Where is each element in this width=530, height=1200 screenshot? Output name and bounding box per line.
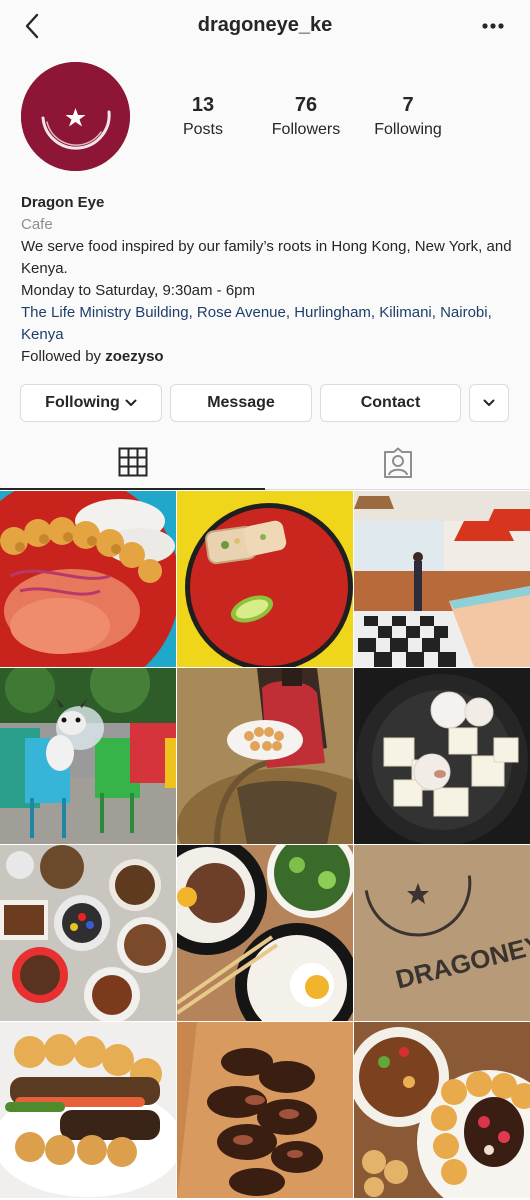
following-button-label: Following [45,394,120,411]
post-image [177,491,353,667]
followers-count-value: 76 [294,94,318,116]
post-image [0,491,176,667]
post-thumbnail[interactable] [354,1022,530,1198]
avatar[interactable] [21,62,130,171]
post-image [354,1022,530,1198]
followed-by[interactable]: Followed by zoezyso [21,346,521,368]
message-button[interactable]: Message [170,384,312,422]
profile-category: Cafe [21,216,53,233]
post-thumbnail[interactable] [177,491,353,667]
post-image [177,668,353,844]
more-horizontal-icon [482,23,504,29]
following-count[interactable]: 7 Following [353,94,463,139]
following-button[interactable]: Following [20,384,162,422]
post-image [177,1022,353,1198]
post-image [0,845,176,1021]
post-image [0,1022,176,1198]
post-thumbnail[interactable] [0,668,176,844]
post-image [0,668,176,844]
top-bar: dragoneye_ke [0,0,530,54]
chevron-down-icon [483,399,495,406]
followers-count[interactable]: 76 Followers [251,94,361,139]
bio-hours: Monday to Saturday, 9:30am - 6pm [21,282,256,299]
profile-tabs [0,436,530,490]
following-count-value: 7 [402,94,414,116]
posts-count-value: 13 [191,94,215,116]
posts-count[interactable]: 13 Posts [148,94,258,139]
more-options-button[interactable] [478,14,508,38]
posts-grid: DRAGONEYE [0,491,530,1198]
followed-by-user: zoezyso [105,348,164,365]
suggested-accounts-button[interactable] [469,384,509,422]
post-thumbnail[interactable] [354,491,530,667]
post-thumbnail[interactable]: DRAGONEYE [354,845,530,1021]
profile-bio: Dragon Eye Cafe We serve food inspired b… [21,192,521,368]
post-thumbnail[interactable] [354,668,530,844]
chevron-down-icon [125,399,137,406]
bio-description: We serve food inspired by our family’s r… [21,238,512,277]
post-thumbnail[interactable] [177,668,353,844]
contact-button[interactable]: Contact [320,384,461,422]
profile-name: Dragon Eye [21,194,105,211]
dragon-eye-logo [21,62,130,171]
post-thumbnail[interactable] [0,1022,176,1198]
tagged-person-icon [383,447,412,478]
following-count-label: Following [374,121,442,138]
message-button-label: Message [207,394,275,411]
post-image [354,491,530,667]
tab-posts-grid[interactable] [0,436,265,490]
post-thumbnail[interactable] [177,845,353,1021]
post-image: DRAGONEYE [354,845,530,1021]
profile-username: dragoneye_ke [197,14,333,36]
bio-address-link[interactable]: The Life Ministry Building, Rose Avenue,… [21,302,521,346]
post-thumbnail[interactable] [177,1022,353,1198]
post-image [354,668,530,844]
tab-tagged[interactable] [265,436,530,490]
followers-count-label: Followers [271,121,341,138]
post-thumbnail[interactable] [0,845,176,1021]
grid-icon [118,447,147,477]
followed-by-prefix: Followed by [21,348,106,365]
posts-count-label: Posts [182,121,223,138]
post-thumbnail[interactable] [0,491,176,667]
contact-button-label: Contact [360,394,421,411]
post-image [177,845,353,1021]
